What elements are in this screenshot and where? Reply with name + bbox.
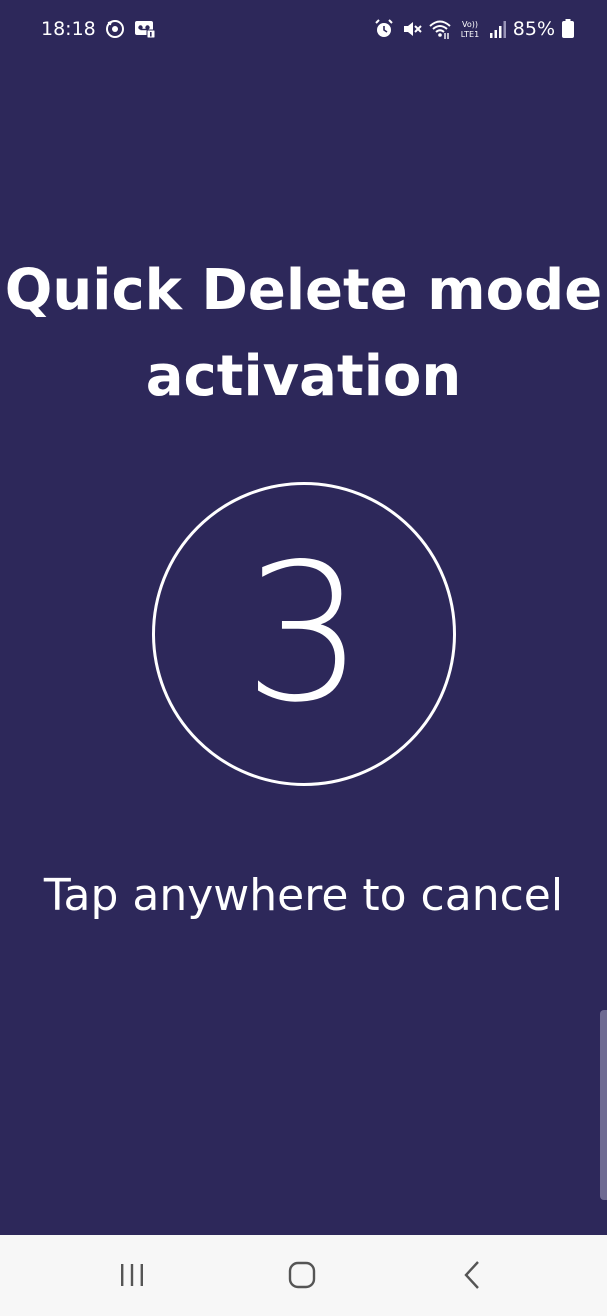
- recents-button[interactable]: [112, 1255, 152, 1295]
- wifi-icon: [429, 18, 451, 40]
- quick-delete-screen[interactable]: 18:18 Vo)) LTE1 85% Quick Delete mode ac…: [0, 0, 607, 1316]
- recents-icon: [121, 1264, 143, 1286]
- sync-icon: [104, 18, 126, 40]
- mute-icon: [401, 18, 423, 40]
- scroll-indicator: [600, 1010, 607, 1200]
- status-bar: 18:18 Vo)) LTE1 85%: [0, 0, 607, 60]
- back-button[interactable]: [452, 1255, 492, 1295]
- status-bar-right: Vo)) LTE1 85%: [373, 17, 575, 41]
- home-button[interactable]: [282, 1255, 322, 1295]
- signal-icon: [489, 18, 507, 40]
- home-icon: [288, 1261, 316, 1289]
- network-label-bottom: LTE1: [461, 30, 479, 39]
- volte-icon: Vo)) LTE1: [457, 18, 483, 40]
- page-title: Quick Delete mode activation: [4, 258, 603, 409]
- alarm-icon: [373, 18, 395, 40]
- countdown-number: 3: [243, 523, 365, 744]
- battery-percent: 85%: [512, 18, 555, 40]
- battery-icon: [561, 18, 575, 40]
- back-chevron-icon: [464, 1261, 479, 1289]
- navigation-bar: [0, 1235, 607, 1316]
- voicemail-icon: [134, 18, 156, 40]
- cancel-hint: Tap anywhere to cancel: [43, 870, 564, 921]
- network-label-top: Vo)): [462, 20, 478, 29]
- status-bar-left: 18:18: [41, 17, 156, 41]
- status-time: 18:18: [41, 18, 96, 40]
